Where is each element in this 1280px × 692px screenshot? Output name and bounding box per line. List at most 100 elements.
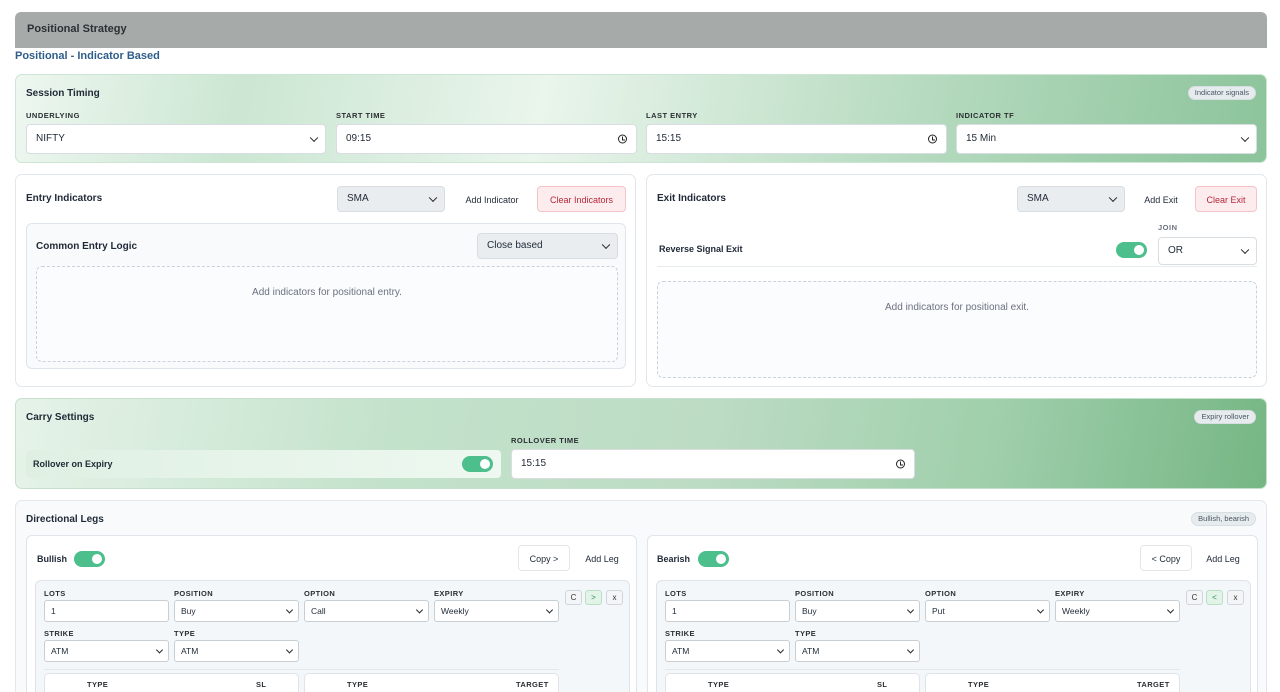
entry-indicator-select[interactable]: SMA: [337, 186, 445, 212]
add-exit-button[interactable]: Add Exit: [1133, 186, 1189, 212]
divider: [665, 669, 1180, 670]
type-value: ATM: [802, 646, 820, 656]
add-bearish-leg-button[interactable]: Add Leg: [1197, 545, 1249, 571]
position-label: POSITION: [174, 589, 214, 598]
start-time-label: START TIME: [336, 111, 386, 120]
option-value: Call: [311, 606, 326, 616]
bearish-toggle[interactable]: [698, 551, 729, 567]
bearish-panel: Bearish < Copy Add Leg LOTS 1 POSITION B…: [647, 535, 1258, 692]
bullish-option-select[interactable]: Call: [304, 600, 429, 622]
underlying-select[interactable]: NIFTY: [26, 124, 326, 154]
clone-leg-button[interactable]: C: [1186, 590, 1203, 605]
bullish-sl-box: TYPE SL: [44, 673, 299, 692]
clock-icon[interactable]: [928, 134, 937, 144]
rollover-on-expiry-toggle[interactable]: [462, 456, 493, 472]
bearish-type-select[interactable]: ATM: [795, 640, 920, 662]
start-time-input[interactable]: 09:15: [336, 124, 637, 154]
position-value: Buy: [802, 606, 817, 616]
bullish-position-select[interactable]: Buy: [174, 600, 299, 622]
reverse-signal-exit-label: Reverse Signal Exit: [659, 244, 743, 254]
strike-label: STRIKE: [665, 629, 695, 638]
chevron-down-icon: [545, 606, 554, 614]
sl-type-label: TYPE: [708, 680, 730, 689]
chevron-down-icon: [776, 646, 785, 654]
page-title: Positional Strategy: [27, 23, 127, 35]
bullish-toggle[interactable]: [74, 551, 105, 567]
reverse-signal-exit-toggle[interactable]: [1116, 242, 1147, 258]
directional-legs-card: Directional Legs Bullish, bearish Bullis…: [15, 500, 1267, 692]
legs-badge: Bullish, bearish: [1191, 512, 1256, 526]
clock-icon[interactable]: [618, 134, 627, 144]
position-value: Buy: [181, 606, 196, 616]
session-timing-title: Session Timing: [26, 88, 100, 99]
bearish-lots-input[interactable]: 1: [665, 600, 790, 622]
page-header-bar: Positional Strategy: [15, 12, 1267, 48]
exit-empty-state: Add indicators for positional exit.: [657, 281, 1257, 378]
bullish-strike-select[interactable]: ATM: [44, 640, 169, 662]
entry-indicators-title: Entry Indicators: [26, 193, 103, 204]
bullish-expiry-select[interactable]: Weekly: [434, 600, 559, 622]
bearish-strike-select[interactable]: ATM: [665, 640, 790, 662]
bearish-option-select[interactable]: Put: [925, 600, 1050, 622]
divider: [44, 669, 559, 670]
join-select[interactable]: OR: [1158, 237, 1257, 265]
strike-label: STRIKE: [44, 629, 74, 638]
type-label: TYPE: [174, 629, 196, 638]
indicator-tf-label: INDICATOR TF: [956, 111, 1015, 120]
expiry-value: Weekly: [1062, 606, 1090, 616]
clone-leg-button[interactable]: C: [565, 590, 582, 605]
clock-icon[interactable]: [896, 459, 905, 469]
bullish-lots-input[interactable]: 1: [44, 600, 169, 622]
chevron-down-icon: [906, 646, 915, 654]
chevron-down-icon: [601, 240, 611, 250]
copy-to-bullish-button[interactable]: < Copy: [1140, 545, 1192, 571]
chevron-down-icon: [1240, 245, 1250, 255]
exit-indicator-select[interactable]: SMA: [1017, 186, 1125, 212]
add-indicator-button[interactable]: Add Indicator: [453, 186, 531, 212]
lots-label: LOTS: [44, 589, 66, 598]
copy-to-bearish-button[interactable]: Copy >: [518, 545, 570, 571]
sl-type-label: TYPE: [87, 680, 109, 689]
rollover-time-value: 15:15: [521, 458, 547, 469]
join-label: JOIN: [1158, 223, 1178, 232]
bearish-expiry-select[interactable]: Weekly: [1055, 600, 1180, 622]
position-label: POSITION: [795, 589, 835, 598]
target-label: TARGET: [516, 680, 549, 689]
clear-indicators-button[interactable]: Clear Indicators: [537, 186, 626, 212]
exit-indicator-value: SMA: [1027, 193, 1049, 204]
sl-label: SL: [256, 680, 267, 689]
entry-logic-value: Close based: [487, 240, 543, 251]
chevron-down-icon: [1108, 193, 1118, 203]
bearish-position-select[interactable]: Buy: [795, 600, 920, 622]
delete-leg-button[interactable]: x: [1227, 590, 1244, 605]
option-value: Put: [932, 606, 945, 616]
bearish-label: Bearish: [657, 554, 691, 564]
last-entry-input[interactable]: 15:15: [646, 124, 947, 154]
sl-label: SL: [877, 680, 888, 689]
rollover-on-expiry-row: Rollover on Expiry: [26, 450, 501, 478]
exit-indicators-title: Exit Indicators: [657, 193, 726, 204]
move-leg-button[interactable]: >: [585, 590, 602, 605]
strike-value: ATM: [672, 646, 690, 656]
underlying-value: NIFTY: [36, 133, 65, 144]
session-badge: Indicator signals: [1187, 86, 1256, 100]
add-bullish-leg-button[interactable]: Add Leg: [576, 545, 628, 571]
delete-leg-button[interactable]: x: [606, 590, 623, 605]
underlying-label: UNDERLYING: [26, 111, 80, 120]
common-entry-logic-title: Common Entry Logic: [36, 241, 138, 252]
carry-settings-card: Carry Settings Expiry rollover Rollover …: [15, 398, 1267, 489]
strike-value: ATM: [51, 646, 69, 656]
indicator-tf-select[interactable]: 15 Min: [956, 124, 1257, 154]
chevron-down-icon: [309, 133, 319, 143]
option-label: OPTION: [925, 589, 957, 598]
entry-indicators-card: Entry Indicators SMA Add Indicator Clear…: [15, 174, 636, 387]
bullish-type-select[interactable]: ATM: [174, 640, 299, 662]
move-leg-button[interactable]: <: [1206, 590, 1223, 605]
carry-settings-title: Carry Settings: [26, 412, 95, 423]
clear-exit-button[interactable]: Clear Exit: [1195, 186, 1257, 212]
bullish-target-box: TYPE TARGET: [304, 673, 559, 692]
target-type-label: TYPE: [968, 680, 990, 689]
rollover-on-expiry-label: Rollover on Expiry: [33, 459, 113, 469]
entry-logic-select[interactable]: Close based: [477, 233, 618, 259]
rollover-time-input[interactable]: 15:15: [511, 449, 915, 479]
